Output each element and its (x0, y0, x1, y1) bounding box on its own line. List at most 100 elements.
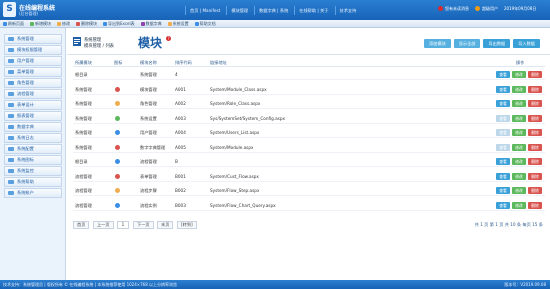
module-icon (115, 101, 120, 106)
action-buttons: 添加模块 显示全部 导出数据 导入数据 (421, 39, 540, 48)
table-row[interactable]: 系统管理 用户管理 A004 System/Users_List.aspx 查看 修改 删除 (73, 127, 545, 138)
user-link[interactable]: 超级用户 (475, 6, 498, 12)
top-nav-item[interactable]: 数据字典 | 系统 (254, 6, 292, 15)
title-bar: 系统管理 模块管理 / 列表 模块 ? 添加模块 显示全部 导出数据 导入数据 (67, 28, 550, 55)
top-nav-item[interactable]: 模块管理 (226, 6, 252, 15)
delete-button[interactable]: 删除 (528, 187, 542, 194)
sidebar-item[interactable]: 模块权限管理 (4, 45, 62, 55)
toolbar-item[interactable]: 导出到Excel表 (103, 21, 135, 27)
top-nav-item[interactable]: 在线帮助 | 关于 (294, 6, 332, 15)
table-row[interactable]: 系统管理 模块管理 A001 System/Module_Class.aspx 查看 修改… (73, 84, 545, 95)
delete-button[interactable]: 删除 (528, 85, 542, 93)
column-header[interactable]: 图标 (114, 59, 122, 67)
toolbar-item[interactable]: 系统设置 (167, 21, 189, 27)
table-row[interactable]: 系统管理 角色管理 A002 System/Role_Class.aspx 查看 修改 删除 (73, 98, 545, 109)
sidebar-item[interactable]: 系统监控 (4, 166, 62, 176)
sidebar-item[interactable]: 系统图标 (4, 155, 62, 165)
table-row[interactable]: 系统管理 数字字典管理 A005 System/Module.aspx 查看 修改 删除 (73, 142, 545, 153)
top-nav-item[interactable]: 首页 | Manifest (185, 6, 224, 15)
sidebar-item[interactable]: 系统配置 (4, 144, 62, 154)
folder-icon (8, 59, 14, 63)
table-row[interactable]: 系统管理 系统设置 A003 Sys/SystemSet/System_Config.… (73, 113, 545, 124)
delete-button[interactable]: 删除 (528, 71, 542, 78)
toolbar-item[interactable]: 新增模块 (30, 21, 51, 27)
sidebar-item[interactable]: 系统帐户 (4, 188, 62, 198)
action-button[interactable]: 显示全部 (453, 39, 481, 48)
folder-icon (8, 114, 14, 118)
message-link[interactable]: 您有未读消息 (438, 6, 469, 12)
top-nav-item[interactable]: 技术支持 (334, 6, 361, 15)
first-page-button[interactable]: 首页 (73, 221, 90, 229)
action-button[interactable]: 导入数据 (513, 39, 540, 48)
view-button[interactable]: 查看 (496, 201, 510, 209)
delete-button[interactable]: 删除 (528, 201, 542, 209)
user-icon (475, 6, 480, 11)
edit-button[interactable]: 修改 (512, 172, 526, 180)
view-button[interactable]: 查看 (496, 114, 510, 122)
edit-button[interactable]: 修改 (512, 201, 526, 209)
edit-button[interactable]: 修改 (512, 129, 526, 136)
sidebar-item[interactable]: 系统管理 (4, 34, 62, 44)
view-button[interactable]: 查看 (496, 71, 510, 78)
sidebar-item-label: 模块权限管理 (17, 47, 43, 52)
delete-button[interactable]: 删除 (528, 158, 542, 165)
table-row[interactable]: 流程管理 表单管理 B001 System/Cust_Flow.aspx 查看 修改 删除 (73, 171, 545, 182)
edit-button[interactable]: 修改 (512, 114, 526, 122)
prev-page-button[interactable]: 上一页 (93, 221, 114, 229)
edit-button[interactable]: 修改 (512, 187, 526, 194)
edit-button[interactable]: 修改 (512, 71, 526, 78)
sidebar-item[interactable]: 表单设计 (4, 100, 62, 110)
table-row[interactable]: 流程管理 流程实例 B003 System/Flow_Chart_Query.aspx… (73, 200, 545, 211)
toolbar-item[interactable]: 刷新页面 (3, 21, 24, 27)
view-button[interactable]: 查看 (496, 158, 510, 165)
sidebar-item[interactable]: 流程管理 (4, 89, 62, 99)
go-button[interactable]: [转到] (177, 221, 197, 229)
delete-button[interactable]: 删除 (528, 129, 542, 136)
column-header[interactable]: 链接地址 (210, 59, 227, 67)
edit-button[interactable]: 修改 (512, 100, 526, 107)
last-page-button[interactable]: 末页 (157, 221, 174, 229)
delete-button[interactable]: 删除 (528, 172, 542, 180)
delete-button[interactable]: 删除 (528, 100, 542, 107)
parent-module-cell: 系统管理 (75, 101, 92, 106)
next-page-button[interactable]: 下一页 (133, 221, 154, 229)
view-button[interactable]: 查看 (496, 143, 510, 151)
edit-button[interactable]: 修改 (512, 143, 526, 151)
folder-icon (8, 147, 14, 151)
column-header[interactable]: 排序代码 (175, 59, 192, 67)
toolbar-item[interactable]: 帮助文档 (194, 21, 216, 27)
sidebar-item[interactable]: 数据字典 (4, 122, 62, 132)
pager-info: 共 1 页 第 1 页 共 10 条 每页 15 条 (474, 222, 543, 227)
table-row[interactable]: 根目录 系统管理 4 查看 修改 删除 (73, 69, 545, 80)
view-button[interactable]: 查看 (496, 100, 510, 107)
breadcrumb-sub: 模块管理 / 列表 (84, 44, 114, 49)
sidebar-item[interactable]: 系统帮助 (4, 177, 62, 187)
toolbar-item[interactable]: 修改 (57, 21, 70, 27)
view-button[interactable]: 查看 (496, 172, 510, 180)
sidebar-item[interactable]: 菜单管理 (4, 67, 62, 77)
module-icon (115, 86, 120, 92)
delete-button[interactable]: 删除 (528, 114, 542, 122)
delete-button[interactable]: 删除 (528, 143, 542, 151)
sidebar-item[interactable]: 角色管理 (4, 78, 62, 88)
toolbar-item[interactable]: 删除模块 (76, 21, 97, 27)
action-button[interactable]: 导出数据 (483, 39, 511, 48)
parent-module-cell: 流程管理 (75, 173, 92, 179)
view-button[interactable]: 查看 (496, 187, 510, 194)
view-button[interactable]: 查看 (496, 85, 510, 93)
toolbar-item[interactable]: 数据字典 (140, 21, 162, 27)
view-button[interactable]: 查看 (496, 129, 510, 136)
action-button[interactable]: 添加模块 (423, 39, 451, 48)
sidebar-item[interactable]: 系统日志 (4, 133, 62, 143)
sidebar-item[interactable]: 用户管理 (4, 56, 62, 66)
column-header[interactable]: 所属模块 (75, 59, 92, 67)
top-nav: 首页 | Manifest 模块管理 数据字典 | 系统 在线帮助 | 关于 技… (185, 6, 362, 15)
table-row[interactable]: 根目录 流程管理 B 查看 修改 删除 (73, 156, 545, 167)
edit-button[interactable]: 修改 (512, 158, 526, 165)
table-row[interactable]: 流程管理 流程步骤 B002 System/Flow_Step.aspx 查看 修改 删除 (73, 185, 545, 196)
column-header[interactable]: 模块名称 (140, 59, 157, 67)
sidebar-item[interactable]: 报表管理 (4, 111, 62, 121)
page-input[interactable]: 1 (117, 221, 129, 229)
edit-button[interactable]: 修改 (512, 85, 526, 93)
help-icon[interactable]: ? (166, 36, 171, 41)
